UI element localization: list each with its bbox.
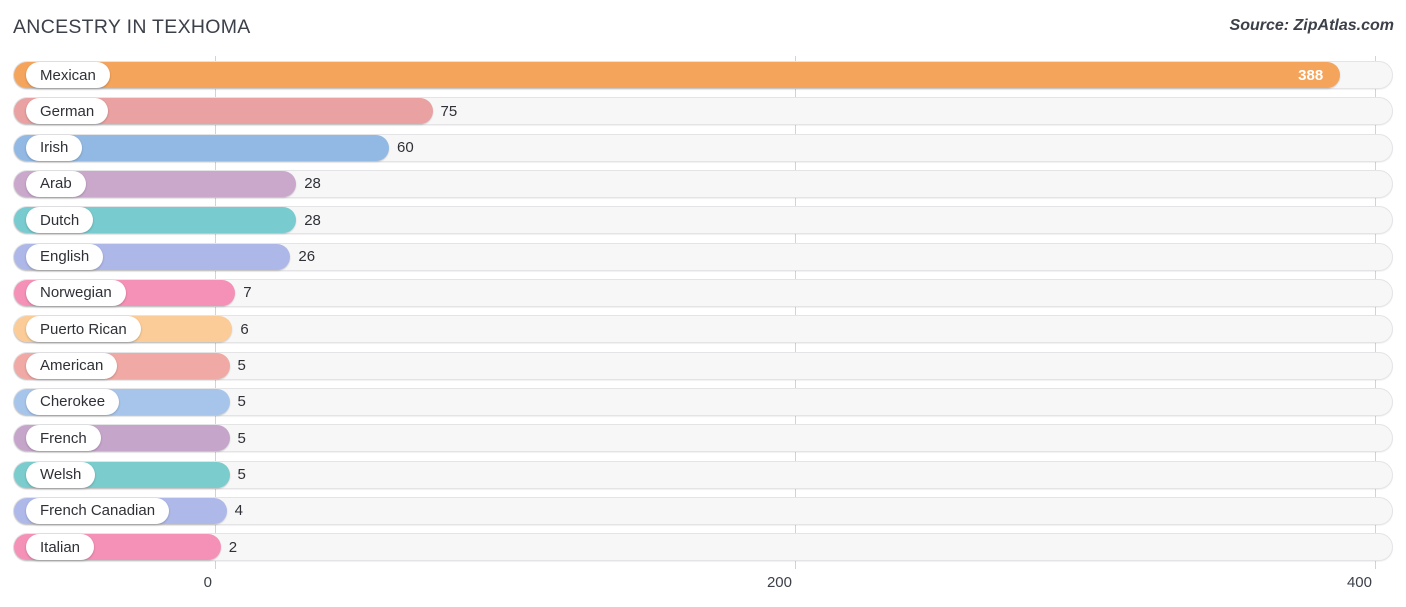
bar-category-label: Puerto Rican	[40, 320, 127, 338]
bar-category-label: American	[40, 357, 104, 375]
bar-category-label: Dutch	[40, 211, 80, 229]
bar-value-label: 60	[397, 139, 414, 157]
bar-label-pill: Italian	[26, 534, 95, 561]
bar-value-label: 6	[240, 320, 249, 338]
bar-category-label: Norwegian	[40, 284, 112, 302]
bar-category-label: Arab	[40, 175, 72, 193]
bar-label-pill: Dutch	[26, 207, 94, 234]
bar-label-pill: Puerto Rican	[26, 316, 141, 343]
bar-value-label: 5	[237, 357, 246, 375]
bar-value-label: 75	[440, 102, 458, 120]
bar-row[interactable]: Mexican 388	[13, 60, 1393, 90]
bar-label-pill: German	[26, 98, 109, 125]
page-title: ANCESTRY IN TEXHOMA	[13, 16, 251, 38]
bar-value-label: 5	[237, 429, 246, 447]
chart-header: ANCESTRY IN TEXHOMA Source: ZipAtlas.com	[0, 0, 1406, 56]
bar-value-label: 28	[304, 175, 321, 193]
bar-category-label: Irish	[40, 139, 69, 157]
bar-value-label: 7	[243, 284, 252, 302]
bar-value-label: 5	[237, 393, 246, 411]
bar-chart-plot-area: Mexican 388 German 75 Irish 60 Arab 28 Dutch 28 En…	[0, 56, 1406, 569]
bar-category-label: English	[40, 248, 90, 266]
bar-category-label: French	[40, 429, 87, 447]
bar-category-label: French Canadian	[40, 502, 156, 520]
bar-label-pill: Cherokee	[26, 388, 120, 415]
x-axis: 0 200 400	[0, 569, 1406, 607]
bar-row[interactable]: Dutch 28	[13, 205, 1393, 235]
bar-value-label: 26	[298, 248, 316, 266]
axis-tick-label: 0	[203, 574, 212, 591]
bar-row[interactable]: Irish 60	[13, 133, 1393, 163]
bar-value-label: 5	[237, 466, 246, 484]
bar-category-label: Welsh	[40, 466, 82, 484]
bar-category-label: German	[40, 102, 95, 120]
bar-label-pill: Welsh	[26, 461, 96, 488]
bar-row[interactable]: French 5	[13, 423, 1393, 453]
bar-value-label: 28	[304, 211, 321, 229]
bar-row[interactable]: Welsh 5	[13, 460, 1393, 490]
bar-row[interactable]: German 75	[13, 96, 1393, 126]
axis-tick-label: 400	[1346, 574, 1372, 591]
bar-row[interactable]: Cherokee 5	[13, 387, 1393, 417]
bar-row[interactable]: Arab 28	[13, 169, 1393, 199]
bar-value-label: 388	[1298, 66, 1324, 84]
bar-category-label: Italian	[40, 538, 81, 556]
bar-label-pill: Arab	[26, 170, 86, 197]
bar-label-pill: English	[26, 243, 104, 270]
bar-row[interactable]: Norwegian 7	[13, 278, 1393, 308]
axis-tick-label: 200	[766, 574, 792, 591]
source-attribution: Source: ZipAtlas.com	[1229, 17, 1394, 34]
bar-value-label: 2	[228, 538, 238, 556]
bar-label-pill: French	[26, 425, 101, 452]
bar-row[interactable]: Italian 2	[13, 532, 1393, 562]
bar-row[interactable]: Puerto Rican 6	[13, 314, 1393, 344]
bar-row[interactable]: French Canadian 4	[13, 496, 1393, 526]
bar-label-pill: Irish	[26, 134, 83, 161]
bar-label-pill: French Canadian	[26, 497, 170, 524]
bar-row[interactable]: American 5	[13, 351, 1393, 381]
bar-row[interactable]: English 26	[13, 242, 1393, 272]
bar-category-label: Cherokee	[40, 393, 106, 411]
bar-label-pill: Norwegian	[26, 279, 126, 306]
bar-label-pill: American	[26, 352, 118, 379]
bar-value-label: 4	[234, 502, 243, 520]
